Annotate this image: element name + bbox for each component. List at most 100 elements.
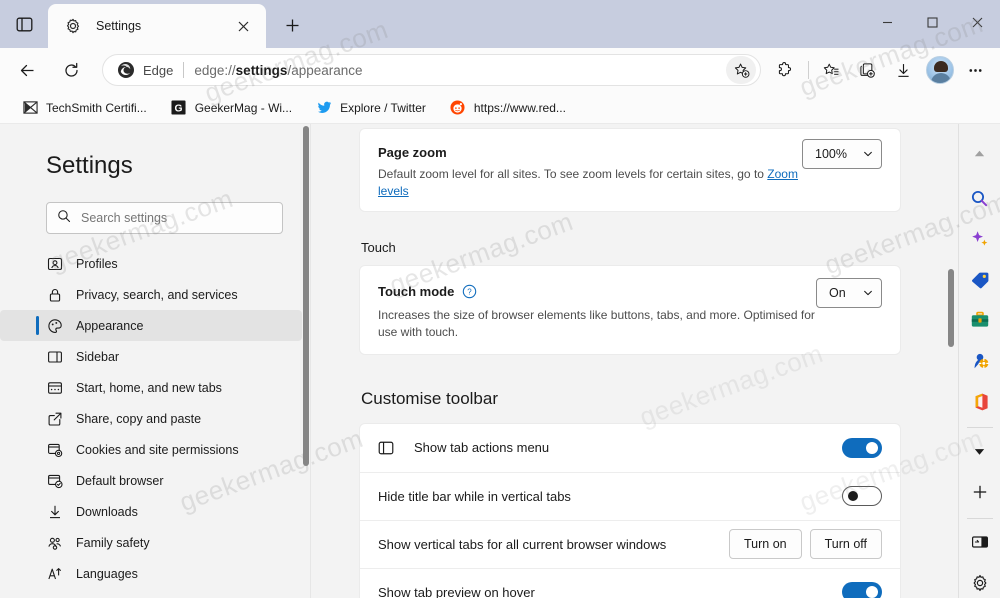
address-bar[interactable]: Edge edge://settings/appearance <box>102 54 761 86</box>
chevron-up-icon <box>974 150 985 157</box>
languages-icon <box>46 565 64 583</box>
sidebar-item-printers[interactable]: Printers <box>0 589 302 598</box>
bookmark-item[interactable]: https://www.red... <box>442 96 574 120</box>
table-row[interactable]: Show tab actions menu <box>360 424 900 472</box>
downloads-icon <box>897 63 909 77</box>
star-plus-icon <box>734 63 749 78</box>
table-row[interactable]: Show tab preview on hover <box>360 567 900 598</box>
sidebar-item-appearance[interactable]: Appearance <box>0 310 302 341</box>
page-zoom-dropdown[interactable]: 100% <box>802 139 882 169</box>
close-button[interactable] <box>955 0 1000 44</box>
touch-section-label: Touch <box>361 239 396 255</box>
sidebar-item-languages[interactable]: Languages <box>0 558 302 589</box>
sidebar-app-copilot[interactable] <box>964 223 996 254</box>
bookmark-label: TechSmith Certifi... <box>46 100 147 115</box>
help-icon[interactable]: ? <box>462 284 477 299</box>
back-button[interactable] <box>10 53 44 87</box>
content-scrollbar-thumb[interactable] <box>948 269 954 347</box>
sidebar-scrollbar[interactable] <box>303 124 309 598</box>
reddit-icon <box>450 100 466 116</box>
cookies-icon <box>46 441 64 459</box>
collections-button[interactable] <box>850 53 884 87</box>
refresh-button[interactable] <box>54 53 88 87</box>
bookmark-label: Explore / Twitter <box>340 100 426 115</box>
bookmark-item[interactable]: G GeekerMag - Wi... <box>163 96 300 120</box>
tab-actions-menu-button[interactable] <box>0 0 48 48</box>
sidebar-app-shopping[interactable] <box>964 264 996 295</box>
table-row[interactable]: Show vertical tabs for all current brows… <box>360 519 900 568</box>
sidebar-item-share[interactable]: Share, copy and paste <box>0 403 302 434</box>
row-label: Hide title bar while in vertical tabs <box>378 488 571 504</box>
sidebar-app-office[interactable] <box>964 386 996 417</box>
sidebar-item-sidebar[interactable]: Sidebar <box>0 341 302 372</box>
touch-mode-dropdown[interactable]: On <box>816 277 882 308</box>
sidebar-app-tools[interactable] <box>964 305 996 336</box>
sidebar-item-label: Privacy, search, and services <box>76 287 238 302</box>
toggle-knob <box>866 441 878 454</box>
extensions-button[interactable] <box>767 53 801 87</box>
new-tab-button[interactable] <box>272 5 312 45</box>
office-icon <box>975 393 988 411</box>
search-settings-box[interactable] <box>46 202 283 234</box>
sidebar-item-label: Profiles <box>76 256 118 271</box>
tools-icon <box>971 312 988 327</box>
sidebar-item-downloads[interactable]: Downloads <box>0 496 302 527</box>
sidebar-app-search[interactable] <box>964 183 996 214</box>
profiles-icon <box>46 255 64 273</box>
content-scrollbar[interactable] <box>948 124 954 598</box>
ellipsis-icon <box>968 68 982 72</box>
sidebar-more-button[interactable] <box>964 436 996 467</box>
gear-icon <box>64 17 82 35</box>
page-title: Settings <box>46 152 133 179</box>
sidebar-icon <box>46 348 64 366</box>
bookmark-item[interactable]: Explore / Twitter <box>308 96 434 120</box>
minimize-button[interactable] <box>865 0 910 44</box>
sidebar-settings-button[interactable] <box>964 567 996 598</box>
tab-title: Settings <box>96 19 142 33</box>
row-label: Show tab actions menu <box>414 440 550 456</box>
shopping-icon <box>971 272 988 288</box>
search-input[interactable] <box>81 211 261 225</box>
window-close-icon <box>972 17 983 27</box>
plus-icon <box>286 19 298 31</box>
close-icon[interactable] <box>230 13 256 39</box>
row-label: Show tab preview on hover <box>378 584 535 598</box>
hide-title-bar-toggle[interactable] <box>842 486 882 507</box>
sidebar-split-screen-button[interactable] <box>964 527 996 558</box>
turn-on-button[interactable]: Turn on <box>728 529 802 560</box>
sidebar-item-default-browser[interactable]: Default browser <box>0 465 302 496</box>
sidebar-item-start-home[interactable]: Start, home, and new tabs <box>0 372 302 403</box>
sidebar-item-family-safety[interactable]: Family safety <box>0 527 302 558</box>
sidebar-item-cookies[interactable]: Cookies and site permissions <box>0 434 302 465</box>
navigation-toolbar: Edge edge://settings/appearance <box>0 48 1000 92</box>
sidebar-item-privacy[interactable]: Privacy, search, and services <box>0 279 302 310</box>
show-tab-preview-toggle[interactable] <box>842 582 882 598</box>
toggle-knob <box>848 491 858 502</box>
omnibox-url[interactable]: edge://settings/appearance <box>194 63 726 78</box>
tab-settings[interactable]: Settings <box>48 4 266 48</box>
favorites-button[interactable] <box>814 53 848 87</box>
settings-and-more-button[interactable] <box>958 53 992 87</box>
sidebar-add-button[interactable] <box>964 477 996 508</box>
turn-off-button[interactable]: Turn off <box>809 529 882 560</box>
sidebar-item-label: Sidebar <box>76 349 120 364</box>
bookmark-item[interactable]: TechSmith Certifi... <box>14 96 155 120</box>
chevron-down-icon <box>864 151 872 157</box>
toggle-knob <box>866 586 878 598</box>
add-favorite-button[interactable] <box>726 56 756 84</box>
maximize-button[interactable] <box>910 0 955 44</box>
avatar[interactable] <box>926 56 954 84</box>
sidebar-item-profiles[interactable]: Profiles <box>0 248 302 279</box>
table-row[interactable]: Hide title bar while in vertical tabs <box>360 471 900 520</box>
sidebar-item-label: Cookies and site permissions <box>76 442 239 457</box>
row-label: Show vertical tabs for all current brows… <box>378 536 667 552</box>
geekermag-icon: G <box>171 100 187 116</box>
sidebar-app-games[interactable] <box>964 346 996 377</box>
sidebar-item-label: Downloads <box>76 504 138 519</box>
downloads-button[interactable] <box>886 53 920 87</box>
show-tab-actions-menu-toggle[interactable] <box>842 437 882 458</box>
collections-icon <box>859 62 875 78</box>
chevron-down-icon <box>974 449 985 455</box>
sidebar-scrollbar-thumb[interactable] <box>303 126 309 466</box>
collapse-button[interactable] <box>964 138 996 169</box>
